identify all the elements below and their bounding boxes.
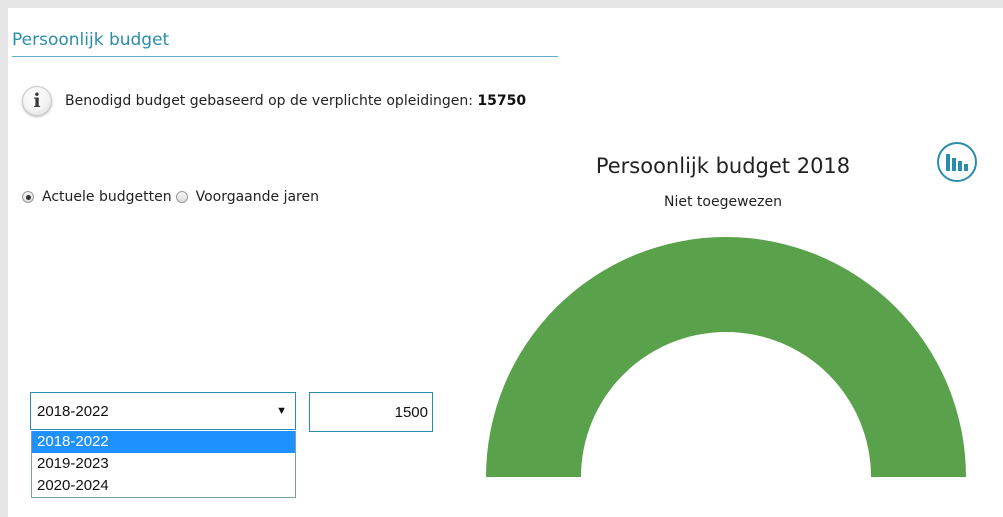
chart-slice-0[interactable] xyxy=(486,237,966,477)
chart-slices xyxy=(486,237,966,477)
chart-area xyxy=(486,237,966,477)
